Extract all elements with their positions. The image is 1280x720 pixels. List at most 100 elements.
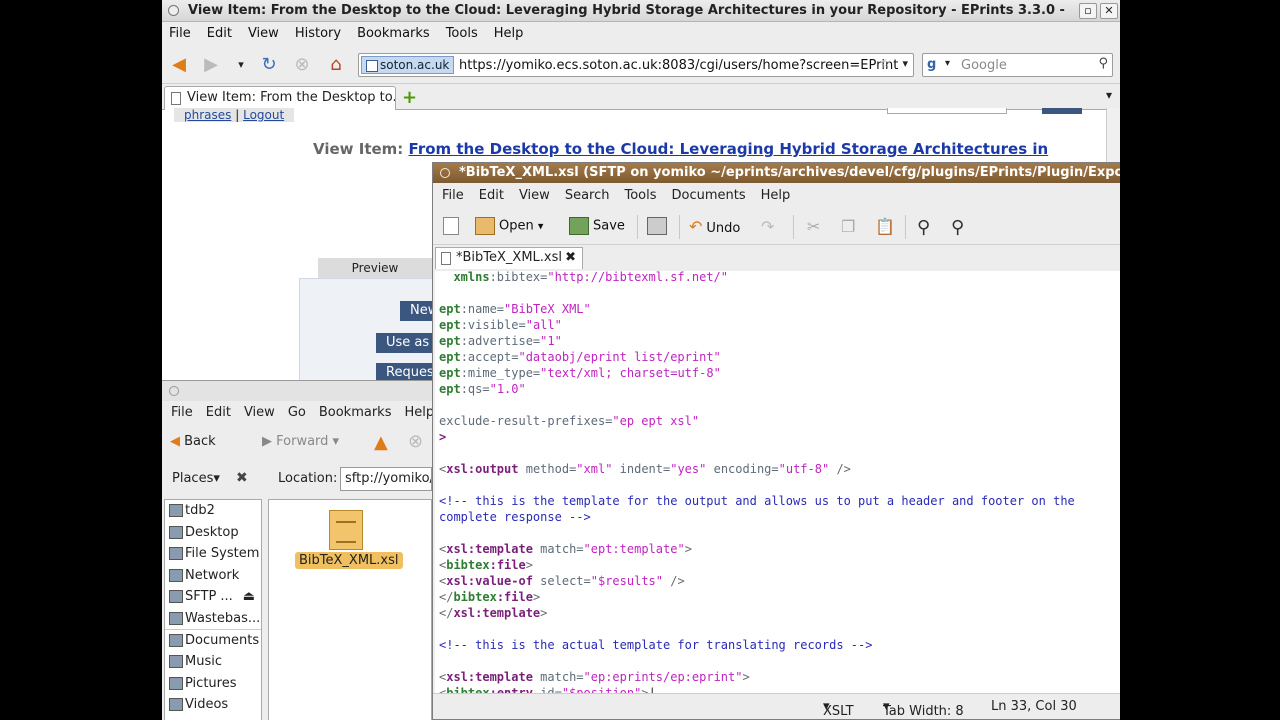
fm-forward-button[interactable]: ▶ Forward ▾	[262, 434, 339, 449]
clipboard-icon: 📋	[875, 217, 895, 236]
view-item-title-link[interactable]: From the Desktop to the Cloud: Leveragin…	[409, 140, 1049, 158]
new-tab-icon[interactable]: +	[402, 87, 417, 108]
editor-document-tab[interactable]: *BibTeX_XML.xsl ✖	[435, 247, 583, 269]
replace-button[interactable]: ⚲	[951, 217, 964, 238]
history-dropdown-icon[interactable]: ▾	[230, 54, 252, 76]
fm-menu-file[interactable]: File	[171, 405, 193, 420]
scissors-icon: ✂	[807, 217, 821, 236]
tab-list-icon[interactable]: ▾	[1106, 88, 1112, 102]
close-sidebar-icon[interactable]: ✖	[236, 470, 248, 486]
ed-menu-view[interactable]: View	[519, 188, 550, 203]
logout-link[interactable]: Logout	[243, 108, 284, 122]
tab-width-selector[interactable]: Tab Width: 8 ▾	[883, 699, 964, 719]
editor-toolbar: Open ▾ Save ↶ Undo ↷ ✂ ❐ 📋 ⚲ ⚲	[433, 207, 1120, 245]
cut-button[interactable]: ✂	[807, 217, 820, 236]
url-bar[interactable]: soton.ac.uk https://yomiko.ecs.soton.ac.…	[358, 53, 914, 77]
ed-menu-help[interactable]: Help	[761, 188, 791, 203]
eject-icon[interactable]: ⏏	[243, 586, 255, 607]
place-pictures[interactable]: Pictures	[165, 673, 261, 695]
stop-icon[interactable]: ⊗	[408, 431, 423, 452]
preview-tab[interactable]: Preview	[318, 258, 432, 278]
place-sftp[interactable]: SFTP ... ⏏	[165, 586, 261, 608]
copy-button[interactable]: ❐	[841, 217, 855, 236]
fm-menu-edit[interactable]: Edit	[206, 405, 231, 420]
bookmark-star-icon[interactable]: ☆	[879, 57, 891, 72]
fm-menu-view[interactable]: View	[244, 405, 275, 420]
print-button[interactable]	[647, 217, 671, 235]
close-button[interactable]: ✕	[1100, 3, 1118, 19]
places-dropdown[interactable]: Places▾	[172, 471, 220, 486]
stop-icon[interactable]: ⊗	[291, 54, 313, 76]
place-file-system[interactable]: File System	[165, 543, 261, 565]
window-menu-icon[interactable]	[169, 386, 179, 396]
search-icon[interactable]: ⚲	[1098, 56, 1108, 71]
location-input[interactable]: sftp://yomiko/	[340, 467, 432, 491]
use-as-template-button[interactable]: Use as	[376, 333, 440, 353]
code-editor[interactable]: xmlns:bibtex="http://bibtexml.sf.net/" e…	[435, 271, 1120, 695]
search-engine-icon[interactable]: g	[927, 57, 943, 73]
printer-icon	[647, 217, 667, 235]
actions-panel: New Use as Request	[299, 278, 440, 388]
window-menu-icon[interactable]	[440, 168, 450, 178]
ed-menu-file[interactable]: File	[442, 188, 464, 203]
window-menu-icon[interactable]	[168, 5, 179, 16]
undo-button[interactable]: ↶ Undo	[689, 217, 740, 236]
url-dropdown-icon[interactable]: ▾	[902, 57, 908, 70]
site-identity-badge[interactable]: soton.ac.uk	[361, 56, 455, 74]
place-music[interactable]: Music	[165, 651, 261, 673]
paste-button[interactable]: 📋	[875, 217, 895, 236]
text-file-icon[interactable]	[329, 510, 363, 550]
back-arrow-icon[interactable]: ◀	[168, 54, 190, 76]
navigation-toolbar: ◀ ▶ ▾ ↻ ⊗ ⌂ soton.ac.uk https://yomiko.e…	[162, 44, 1120, 84]
place-network[interactable]: Network	[165, 565, 261, 587]
page-search-button[interactable]	[1042, 108, 1082, 114]
up-arrow-icon[interactable]: ▲	[374, 432, 388, 453]
fm-menu-go[interactable]: Go	[288, 405, 306, 420]
location-bar: Places▾ ✖ Location: sftp://yomiko/	[162, 465, 432, 495]
fm-menu-help[interactable]: Help	[404, 405, 434, 420]
open-dropdown-icon[interactable]: ▾	[538, 220, 544, 233]
place-tdb2[interactable]: tdb2	[165, 500, 261, 522]
maximize-button[interactable]: ▫	[1079, 3, 1097, 19]
ed-menu-tools[interactable]: Tools	[624, 188, 656, 203]
search-box[interactable]: g ▾ Google ⚲	[922, 53, 1113, 77]
new-document-button[interactable]	[443, 217, 463, 235]
language-selector[interactable]: XSLT ▾	[823, 699, 854, 719]
find-button[interactable]: ⚲	[917, 217, 930, 238]
forward-arrow-icon[interactable]: ▶	[200, 54, 222, 76]
engine-dropdown-icon[interactable]: ▾	[945, 58, 950, 69]
fm-back-button[interactable]: ◀ Back	[170, 434, 216, 449]
menu-tools[interactable]: Tools	[446, 26, 478, 41]
place-desktop[interactable]: Desktop	[165, 522, 261, 544]
ed-menu-documents[interactable]: Documents	[672, 188, 746, 203]
user-links: phrases | Logout	[174, 108, 295, 122]
menu-edit[interactable]: Edit	[207, 26, 232, 41]
redo-button[interactable]: ↷	[761, 217, 774, 236]
document-icon	[441, 252, 451, 265]
cursor-position: Ln 33, Col 30	[991, 699, 1077, 714]
ed-menu-edit[interactable]: Edit	[479, 188, 504, 203]
undo-icon: ↶	[689, 217, 703, 236]
page-scrollbar[interactable]	[1106, 108, 1120, 162]
close-tab-icon[interactable]: ✖	[565, 248, 576, 268]
menu-file[interactable]: File	[169, 26, 191, 41]
fm-menu-bookmarks[interactable]: Bookmarks	[319, 405, 392, 420]
phrases-link[interactable]: phrases	[184, 108, 231, 122]
menu-view[interactable]: View	[248, 26, 279, 41]
home-icon[interactable]: ⌂	[325, 54, 347, 76]
open-button[interactable]: Open ▾	[475, 217, 543, 235]
reload-icon[interactable]: ↻	[258, 54, 280, 76]
save-button[interactable]: Save	[569, 217, 625, 235]
place-documents[interactable]: Documents	[165, 630, 261, 652]
file-label[interactable]: BibTeX_XML.xsl	[295, 552, 403, 569]
ed-menu-search[interactable]: Search	[565, 188, 610, 203]
browser-menubar: File Edit View History Bookmarks Tools H…	[162, 22, 1120, 44]
menu-bookmarks[interactable]: Bookmarks	[357, 26, 430, 41]
url-text[interactable]: https://yomiko.ecs.soton.ac.uk:8083/cgi/…	[459, 58, 898, 73]
place-wastebasket[interactable]: Wastebas...	[165, 608, 261, 630]
browser-tab[interactable]: View Item: From the Desktop to...	[164, 86, 396, 110]
place-videos[interactable]: Videos	[165, 694, 261, 716]
menu-history[interactable]: History	[295, 26, 341, 41]
menu-help[interactable]: Help	[494, 26, 524, 41]
page-search-input[interactable]	[887, 108, 1007, 114]
